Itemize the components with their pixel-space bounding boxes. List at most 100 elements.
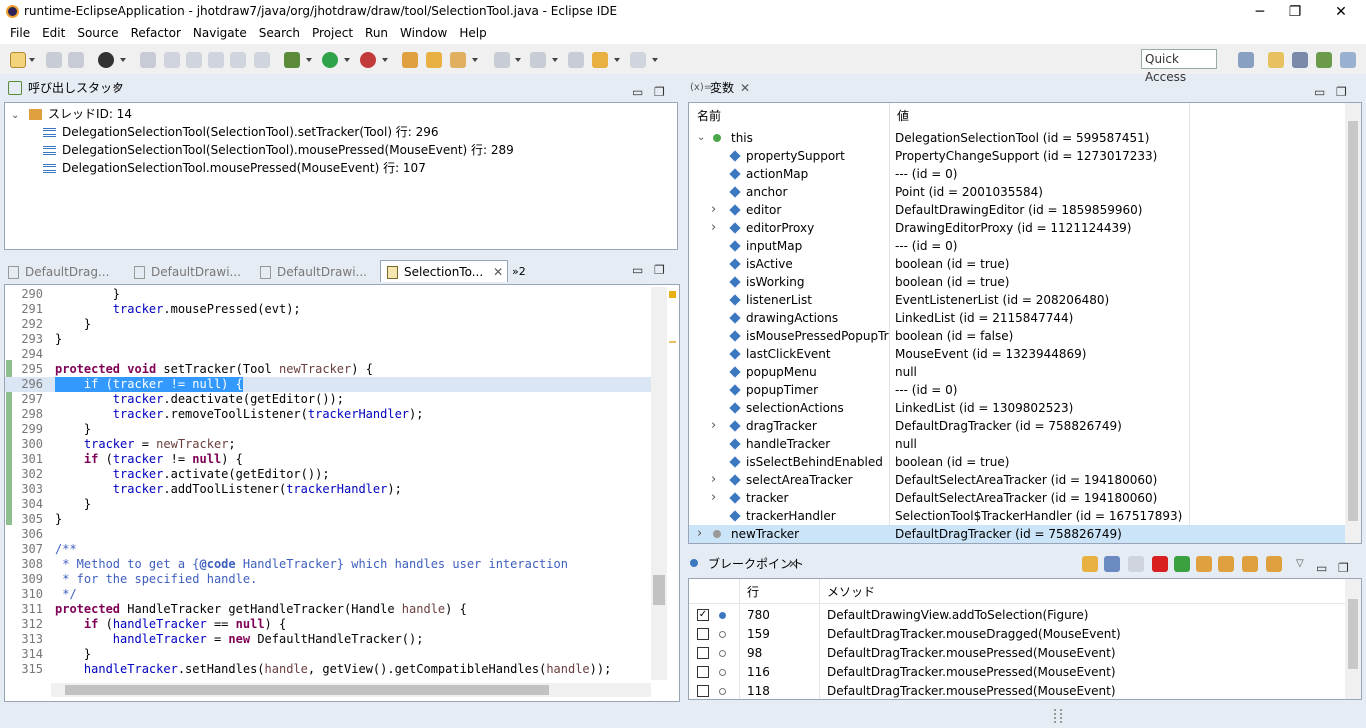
menu-search[interactable]: Search — [257, 24, 302, 42]
variable-row[interactable]: › dragTracker DefaultDragTracker (id = 758… — [689, 417, 1345, 435]
code-line[interactable]: 299 } — [5, 422, 655, 437]
menu-edit[interactable]: Edit — [40, 24, 67, 42]
java-perspective-icon[interactable] — [1292, 52, 1308, 68]
scrollbar-thumb[interactable] — [1348, 599, 1358, 669]
toggle-breakpoint-icon[interactable] — [140, 52, 156, 68]
next-annotation-icon[interactable] — [494, 52, 510, 68]
chevron-right-icon[interactable]: › — [697, 525, 702, 543]
variable-row[interactable]: popupTimer --- (id = 0) — [689, 381, 1345, 399]
step-return-icon[interactable] — [230, 52, 246, 68]
variable-row[interactable]: › selectAreaTracker DefaultSelectAreaTrack… — [689, 471, 1345, 489]
code-line[interactable]: 300 tracker = newTracker; — [5, 437, 655, 452]
breakpoint-checkbox[interactable] — [697, 666, 709, 678]
menu-source[interactable]: Source — [75, 24, 120, 42]
code-line[interactable]: 302 tracker.activate(getEditor()); — [5, 467, 655, 482]
quick-access-input[interactable]: Quick Access — [1141, 49, 1217, 84]
code-line[interactable]: 303 tracker.addToolListener(trackerHandl… — [5, 482, 655, 497]
code-line[interactable]: 297 tracker.deactivate(getEditor()); — [5, 392, 655, 407]
breakpoint-checkbox[interactable] — [697, 647, 709, 659]
editor-tab[interactable]: DefaultDrawi... — [134, 261, 254, 283]
variables-tab-title[interactable]: 変数 — [710, 77, 734, 99]
close-button[interactable]: ✕ — [1331, 2, 1351, 22]
variable-row[interactable]: isMousePressedPopupTrigg boolean (id = fa… — [689, 327, 1345, 345]
scrollbar-thumb[interactable] — [65, 685, 549, 695]
chevron-right-icon[interactable]: › — [711, 489, 716, 507]
maximize-icon[interactable]: ❐ — [654, 263, 665, 277]
variable-row[interactable]: › editorProxy DrawingEditorProxy (id = 112… — [689, 219, 1345, 237]
skip-breakpoints-icon[interactable] — [164, 52, 180, 68]
open-type-icon[interactable] — [426, 52, 442, 68]
callstack-tab-title[interactable]: 呼び出しスタック — [28, 77, 124, 99]
vertical-scrollbar[interactable] — [651, 287, 667, 680]
chevron-right-icon[interactable]: › — [711, 201, 716, 219]
chevron-right-icon[interactable]: › — [711, 219, 716, 237]
step-into-icon[interactable] — [1196, 556, 1212, 572]
skip-all-icon[interactable] — [1128, 556, 1144, 572]
chevron-right-icon[interactable]: › — [711, 417, 716, 435]
breakpoint-row[interactable]: 118 DefaultDragTracker.mousePressed(Mouse… — [689, 682, 1345, 699]
variable-row[interactable]: › newTracker DefaultDragTracker (id = 7588… — [689, 525, 1345, 543]
save-all-icon[interactable] — [68, 52, 84, 68]
minimize-icon[interactable]: ▭ — [1314, 81, 1325, 103]
code-line[interactable]: 307/** — [5, 542, 655, 557]
breakpoint-row[interactable]: ✓ 780 DefaultDrawingView.addToSelection(Fi… — [689, 606, 1345, 624]
code-line[interactable]: 291 tracker.mousePressed(evt); — [5, 302, 655, 317]
new-icon[interactable] — [10, 52, 26, 68]
run-icon[interactable] — [322, 52, 338, 68]
close-icon[interactable]: ✕ — [740, 77, 750, 99]
forward-icon[interactable] — [630, 52, 646, 68]
step-over-icon[interactable] — [208, 52, 224, 68]
variable-row[interactable]: selectionActions LinkedList (id = 1309802… — [689, 399, 1345, 417]
maximize-icon[interactable]: ❐ — [1338, 557, 1349, 579]
column-header-value[interactable]: 値 — [897, 107, 909, 125]
menu-file[interactable]: File — [8, 24, 32, 42]
resource-perspective-icon[interactable] — [1268, 52, 1284, 68]
close-icon[interactable]: ✕ — [493, 265, 503, 279]
horizontal-scrollbar[interactable] — [51, 683, 651, 697]
minimize-button[interactable]: ─ — [1250, 2, 1270, 22]
variable-row[interactable]: isActive boolean (id = true) — [689, 255, 1345, 273]
stack-frame[interactable]: DelegationSelectionTool(SelectionTool).s… — [43, 123, 439, 141]
breakpoint-checkbox[interactable] — [697, 685, 709, 697]
code-line[interactable]: 311 protected HandleTracker getHandleTrac… — [5, 602, 655, 617]
external-tools-icon[interactable] — [360, 52, 376, 68]
close-icon[interactable]: ✕ — [788, 553, 798, 575]
current-line[interactable]: 296 if (tracker != null) { — [5, 377, 655, 392]
editor-tab-active[interactable]: SelectionTo... ✕ — [380, 260, 508, 282]
column-header-method[interactable]: メソッド — [827, 583, 875, 601]
menu-project[interactable]: Project — [310, 24, 355, 42]
variable-row[interactable]: propertySupport PropertyChangeSupport (id… — [689, 147, 1345, 165]
variable-row[interactable]: isWorking boolean (id = true) — [689, 273, 1345, 291]
code-line[interactable]: 308 * Method to get a {@code HandleTrack… — [5, 557, 655, 572]
code-line[interactable]: 313 handleTracker = new DefaultHandleTra… — [5, 632, 655, 647]
minimize-icon[interactable]: ▭ — [1316, 557, 1327, 579]
breakpoint-row[interactable]: 116 DefaultDragTracker.mousePressed(Mouse… — [689, 663, 1345, 681]
chevron-down-icon[interactable]: ⌄ — [697, 129, 705, 147]
breakpoint-row[interactable]: 159 DefaultDragTracker.mouseDragged(Mouse… — [689, 625, 1345, 643]
code-line[interactable]: 305} — [5, 512, 655, 527]
debug-icon[interactable] — [284, 52, 300, 68]
breakpoint-row[interactable]: 98 DefaultDragTracker.mousePressed(MouseE… — [689, 644, 1345, 662]
column-header-name[interactable]: 名前 — [697, 107, 721, 125]
scrollbar-thumb[interactable] — [1348, 121, 1358, 521]
git-perspective-icon[interactable] — [1340, 52, 1356, 68]
maximize-icon[interactable]: ❐ — [1336, 81, 1347, 103]
code-line[interactable]: 304 } — [5, 497, 655, 512]
chevron-down-icon[interactable]: ⌄ — [11, 110, 19, 121]
chevron-right-icon[interactable]: › — [711, 471, 716, 489]
drop-to-frame-icon[interactable] — [1266, 556, 1282, 572]
code-editor[interactable]: 290 } 291 tracker.mousePressed(evt); 292… — [4, 284, 680, 702]
last-edit-icon[interactable] — [568, 52, 584, 68]
variable-row[interactable]: listenerList EventListenerList (id = 2082… — [689, 291, 1345, 309]
back-icon[interactable] — [592, 52, 608, 68]
step-return-icon[interactable] — [1242, 556, 1258, 572]
open-perspective-icon[interactable] — [1238, 52, 1254, 68]
close-icon[interactable]: ✕ — [112, 77, 122, 99]
code-line[interactable]: 293} — [5, 332, 655, 347]
code-line[interactable]: 310 */ — [5, 587, 655, 602]
code-line[interactable]: 294 — [5, 347, 655, 362]
previous-annotation-icon[interactable] — [530, 52, 546, 68]
column-header-line[interactable]: 行 — [747, 583, 759, 601]
import-breakpoints-icon[interactable] — [1082, 556, 1098, 572]
show-whitespace-icon[interactable] — [254, 52, 270, 68]
